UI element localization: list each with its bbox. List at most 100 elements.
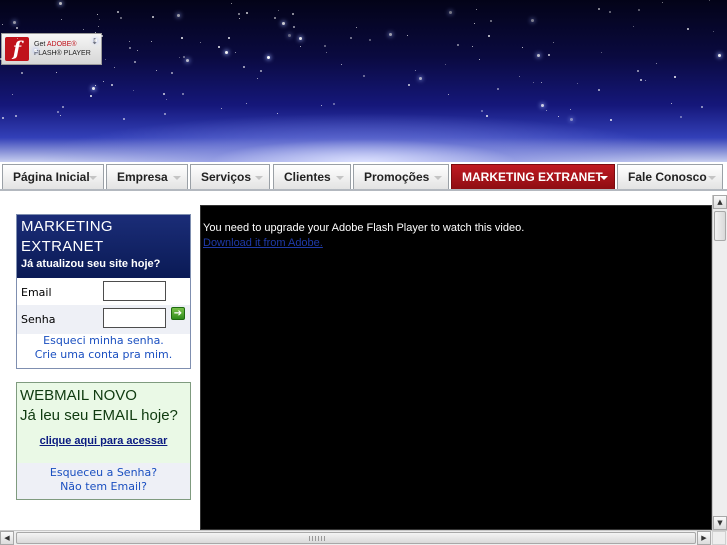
webmail-access-link[interactable]: clique aqui para acessar [17, 435, 190, 447]
video-player-panel: You need to upgrade your Adobe Flash Pla… [200, 205, 712, 530]
tab-promocoes[interactable]: Promoções [353, 164, 449, 189]
star-decoration [415, 70, 416, 71]
star-decoration [324, 45, 326, 47]
scroll-left-icon[interactable]: ◀ [0, 531, 14, 545]
tab-marketing-extranet[interactable]: MARKETING EXTRANET [451, 164, 615, 189]
flash-logo-icon: f [5, 37, 29, 61]
star-decoration [389, 33, 392, 36]
star-decoration [152, 16, 154, 18]
star-decoration [156, 70, 157, 71]
star-decoration [225, 51, 228, 54]
star-decoration [129, 41, 130, 42]
flash-badge-brand: ADOBE® [46, 41, 77, 48]
star-decoration [260, 70, 262, 72]
star-decoration [183, 56, 185, 58]
horizontal-scroll-thumb[interactable] [16, 532, 696, 544]
star-decoration [356, 27, 357, 28]
star-decoration [46, 42, 48, 44]
star-decoration [553, 42, 554, 43]
star-decoration [133, 90, 134, 91]
flash-download-link[interactable]: Download it from Adobe. [203, 237, 323, 249]
star-decoration [94, 39, 97, 42]
star-decoration [533, 82, 534, 83]
star-decoration [57, 111, 59, 113]
star-decoration [282, 22, 285, 25]
tab-servicos[interactable]: Serviços [190, 164, 270, 189]
star-decoration [92, 87, 95, 90]
webmail-no-email-link[interactable]: Não tem Email? [17, 480, 190, 494]
vertical-scroll-thumb[interactable] [714, 211, 726, 241]
star-decoration [163, 93, 165, 95]
star-decoration [363, 75, 365, 77]
webmail-forgot-password-link[interactable]: Esqueceu a Senha? [17, 466, 190, 480]
star-decoration [531, 19, 534, 22]
star-decoration [541, 104, 544, 107]
star-decoration [103, 81, 104, 82]
webmail-title: WEBMAIL NOVO [20, 387, 137, 404]
tab-label: Empresa [117, 170, 168, 184]
star-decoration [448, 94, 449, 95]
star-decoration [656, 63, 657, 64]
header-banner: f Get ADOBE® FLASH® PLAYER ⬇ [0, 0, 727, 162]
star-decoration [321, 105, 322, 106]
star-decoration [674, 76, 676, 78]
create-account-link[interactable]: Crie uma conta pra mim. [17, 348, 190, 362]
star-decoration [137, 50, 138, 51]
star-decoration [537, 54, 540, 57]
horizontal-scrollbar[interactable]: ◀ ▶ [0, 530, 727, 545]
star-decoration [2, 117, 4, 119]
star-decoration [218, 46, 220, 48]
tab-clientes[interactable]: Clientes [273, 164, 351, 189]
star-decoration [407, 35, 408, 36]
star-decoration [476, 9, 477, 10]
star-decoration [246, 12, 248, 14]
star-decoration [687, 28, 689, 30]
star-decoration [293, 26, 295, 28]
star-decoration [522, 47, 523, 48]
tab-label: Serviços [201, 170, 252, 184]
star-decoration [60, 115, 61, 116]
tab-pagina-inicial[interactable]: Página Inicial [2, 164, 104, 189]
webmail-box: WEBMAIL NOVO Já leu seu EMAIL hoje? cliq… [16, 382, 191, 500]
star-decoration [61, 19, 62, 20]
star-decoration [718, 54, 721, 57]
forgot-password-link[interactable]: Esqueci minha senha. [17, 334, 190, 348]
star-decoration [449, 11, 452, 14]
flash-badge-text: Get ADOBE® FLASH® PLAYER [34, 40, 91, 58]
star-decoration [228, 37, 230, 39]
star-decoration [645, 80, 646, 81]
tab-empresa[interactable]: Empresa [106, 164, 188, 189]
star-decoration [277, 113, 278, 114]
star-decoration [117, 11, 119, 13]
star-decoration [341, 64, 342, 65]
marketing-box-subtitle: Já atualizou seu site hoje? [21, 258, 161, 270]
scrollbar-corner [712, 531, 726, 545]
star-decoration [21, 72, 23, 74]
star-decoration [186, 59, 189, 62]
email-field[interactable] [103, 281, 166, 301]
tab-label: Promoções [364, 170, 430, 184]
vertical-scrollbar[interactable]: ▲ ▼ [712, 195, 727, 530]
webmail-links: Esqueceu a Senha? Não tem Email? [17, 463, 190, 499]
password-field[interactable] [103, 308, 166, 328]
scroll-down-icon[interactable]: ▼ [713, 516, 727, 530]
star-decoration [221, 108, 222, 109]
star-decoration [235, 52, 236, 53]
star-decoration [64, 42, 65, 43]
star-decoration [638, 9, 640, 11]
scroll-right-icon[interactable]: ▶ [697, 531, 711, 545]
star-decoration [637, 70, 639, 72]
tab-fale-conosco[interactable]: Fale Conosco [617, 164, 723, 189]
scroll-up-icon[interactable]: ▲ [713, 195, 727, 209]
tab-label: MARKETING EXTRANET [462, 170, 603, 184]
login-submit-button[interactable]: ➔ [171, 307, 185, 320]
tab-dropdown-arrow-icon [434, 176, 442, 180]
star-decoration [497, 88, 499, 90]
tab-label: Fale Conosco [628, 170, 707, 184]
star-decoration [457, 44, 459, 46]
star-decoration [231, 3, 232, 4]
star-decoration [610, 119, 612, 121]
email-label: Email [21, 286, 52, 299]
star-decoration [83, 29, 84, 30]
star-decoration [292, 13, 294, 15]
